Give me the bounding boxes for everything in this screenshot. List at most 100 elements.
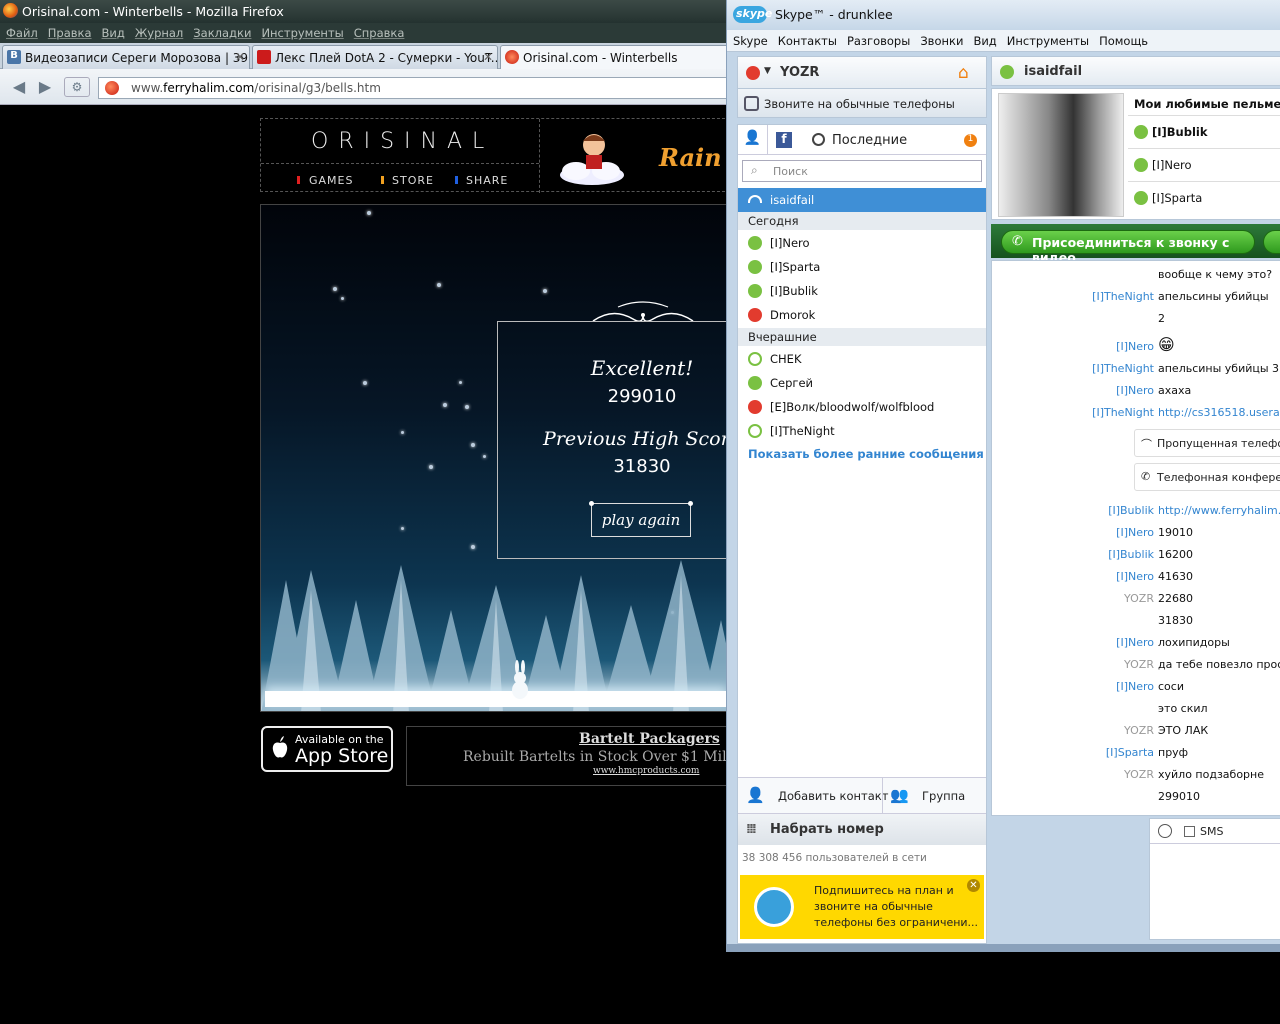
sender-link[interactable]: [I]TheNight — [1092, 290, 1154, 303]
sender-link[interactable]: [I]Bublik — [1108, 548, 1154, 561]
menu-contacts[interactable]: Контакты — [772, 30, 841, 48]
contact-row[interactable]: [E]Волк/bloodwolf/wolfblood — [738, 395, 986, 419]
participant-row[interactable]: [I]Sparta — [1128, 181, 1280, 214]
promo-banner[interactable]: ✕ Подпишитесь на план и звоните на обычн… — [740, 875, 984, 939]
youtube-icon — [257, 50, 271, 64]
participant-row[interactable]: [I]Nero — [1128, 148, 1280, 181]
facebook-tab-icon[interactable]: f — [776, 132, 792, 148]
contact-row[interactable]: CHEK — [738, 347, 986, 371]
message-row: [I]Nero 41630 — [1116, 570, 1193, 583]
conversation-name[interactable]: isaidfail — [1024, 64, 1082, 79]
tab-orisinal[interactable]: Orisinal.com - Winterbells — [500, 45, 730, 69]
missed-call-notice[interactable]: ⌒Пропущенная телефонн — [1134, 429, 1280, 457]
menu-file[interactable]: Файл — [0, 23, 42, 40]
home-icon[interactable]: ⌂ — [958, 63, 969, 83]
join-audio-call-button[interactable] — [1263, 230, 1280, 254]
menu-skype[interactable]: Skype — [727, 30, 772, 48]
globe-phone-icon — [754, 887, 794, 927]
dial-number-button[interactable]: ⁞⁞⁞ Набрать номер — [738, 813, 986, 845]
contacts-tab-icon[interactable]: 👤 — [738, 125, 768, 155]
page-menu-icon[interactable]: ⚙ — [64, 77, 90, 97]
busy-status-icon[interactable] — [746, 66, 760, 80]
winterbells-game[interactable]: Excellent! 299010 Previous High Score 31… — [260, 204, 728, 712]
call-phones-link[interactable]: Звоните на обычные телефоны — [737, 88, 987, 118]
ad-url-link[interactable]: www.hmcproducts.com — [593, 766, 699, 776]
sms-checkbox[interactable] — [1184, 826, 1195, 837]
sender-link[interactable]: [I]TheNight — [1092, 362, 1154, 375]
menu-view[interactable]: Вид — [96, 23, 129, 40]
menu-edit[interactable]: Правка — [42, 23, 96, 40]
message-row: [I]Bublik http://www.ferryhalim.co — [992, 501, 1280, 521]
nav-games[interactable]: GAMES — [309, 174, 353, 187]
create-group-button[interactable]: Группа — [922, 789, 965, 803]
sender-link[interactable]: [I]Nero — [1116, 636, 1154, 649]
back-icon[interactable]: ◀ — [8, 77, 30, 97]
conversation-topic[interactable]: Мои любимые пельмени... — [1134, 97, 1280, 111]
sender-link[interactable]: [I]TheNight — [1092, 406, 1154, 419]
menu-history[interactable]: Журнал — [129, 23, 187, 40]
banner-title[interactable]: Rain — [659, 143, 722, 172]
text-advertisement[interactable]: Bartelt Packagers Rebuilt Bartelts in St… — [406, 726, 728, 786]
emoticon-icon[interactable] — [1158, 824, 1172, 838]
contact-row[interactable]: Сергей — [738, 371, 986, 395]
add-contact-icon[interactable]: 👤 — [746, 786, 765, 804]
group-icon[interactable]: 👥 — [890, 786, 909, 804]
profile-status-bar[interactable]: ▼ YOZR ⌂ — [737, 56, 987, 90]
contact-row[interactable]: Dmorok — [738, 303, 986, 327]
play-again-button[interactable]: play again — [589, 501, 693, 537]
search-input[interactable]: ⌕ Поиск — [742, 160, 982, 182]
ad-title-link[interactable]: Bartelt Packagers — [579, 731, 720, 747]
chevron-down-icon[interactable]: ▼ — [764, 66, 771, 76]
contact-row[interactable]: [I]Bublik — [738, 279, 986, 303]
nav-store[interactable]: STORE — [392, 174, 434, 187]
contact-row[interactable]: [I]Sparta — [738, 255, 986, 279]
menu-tools[interactable]: Инструменты — [1001, 30, 1093, 48]
phone-icon: ✆ — [1012, 234, 1023, 249]
show-older-messages-link[interactable]: Показать более ранние сообщения — [748, 447, 984, 461]
forward-icon[interactable]: ▶ — [34, 77, 56, 97]
close-promo-icon[interactable]: ✕ — [967, 879, 980, 892]
sender-link[interactable]: [I]Nero — [1116, 680, 1154, 693]
url-bar[interactable]: www.ferryhalim.com/orisinal/g3/bells.htm — [98, 77, 728, 99]
window-title: Orisinal.com - Winterbells - Mozilla Fir… — [22, 4, 284, 19]
message-link[interactable]: http://www.ferryhalim.co — [1158, 504, 1280, 517]
sender-link[interactable]: [I]Nero — [1116, 340, 1154, 353]
contact-actions: 👤 Добавить контакт 👥 Группа — [738, 777, 986, 814]
store-bullet-icon — [381, 176, 384, 184]
sender-link[interactable]: [I]Bublik — [1108, 504, 1154, 517]
tab-vk[interactable]: B Видеозаписи Сереги Морозова | 39... ✕ — [2, 45, 250, 69]
contact-row[interactable]: [I]TheNight — [738, 419, 986, 443]
menu-bookmarks[interactable]: Закладки — [187, 23, 255, 40]
menu-conversations[interactable]: Разговоры — [841, 30, 914, 48]
recent-tab[interactable]: Последние — [832, 133, 907, 148]
contact-row-selected[interactable]: isaidfail — [738, 188, 986, 212]
message-compose-box[interactable]: SMS — [1149, 818, 1280, 940]
orisinal-logo[interactable]: ORISINAL — [311, 129, 494, 154]
firefox-titlebar: Orisinal.com - Winterbells - Mozilla Fir… — [0, 0, 728, 23]
sms-label: SMS — [1200, 825, 1224, 838]
menu-help[interactable]: Справка — [348, 23, 409, 40]
message-link[interactable]: http://cs316518.userapi.c — [1158, 406, 1280, 419]
participant-row[interactable]: [I]Bublik — [1128, 115, 1280, 148]
sender-link[interactable]: [I]Nero — [1116, 526, 1154, 539]
web-page: ORISINAL GAMES STORE SHARE Rain Excellen… — [0, 106, 728, 1024]
menu-calls[interactable]: Звонки — [914, 30, 967, 48]
add-contact-button[interactable]: Добавить контакт — [778, 789, 888, 803]
join-video-call-button[interactable]: ✆ Присоединиться к звонку с видео — [1001, 230, 1255, 265]
menu-help[interactable]: Помощь — [1093, 30, 1152, 48]
close-tab-icon[interactable]: ✕ — [483, 50, 493, 64]
sender-link[interactable]: [I]Nero — [1116, 384, 1154, 397]
group-header-today: Сегодня — [738, 212, 986, 230]
menu-view[interactable]: Вид — [967, 30, 1000, 48]
contact-row[interactable]: [I]Nero — [738, 231, 986, 255]
sender-link[interactable]: [I]Sparta — [1106, 746, 1154, 759]
conference-call-notice[interactable]: ✆Телефонная конференц — [1134, 463, 1280, 491]
menu-tools[interactable]: Инструменты — [255, 23, 347, 40]
sender-link[interactable]: [I]Nero — [1116, 570, 1154, 583]
close-tab-icon[interactable]: ✕ — [235, 50, 245, 64]
online-users-count: 38 308 456 пользователей в сети — [742, 852, 927, 864]
app-store-badge[interactable]: Available on the App Store — [261, 726, 393, 772]
tab-youtube[interactable]: Лекс Плей DotA 2 - Сумерки - YouT... ✕ — [252, 45, 498, 69]
conversation-avatar[interactable] — [998, 93, 1124, 217]
nav-share[interactable]: SHARE — [466, 174, 508, 187]
